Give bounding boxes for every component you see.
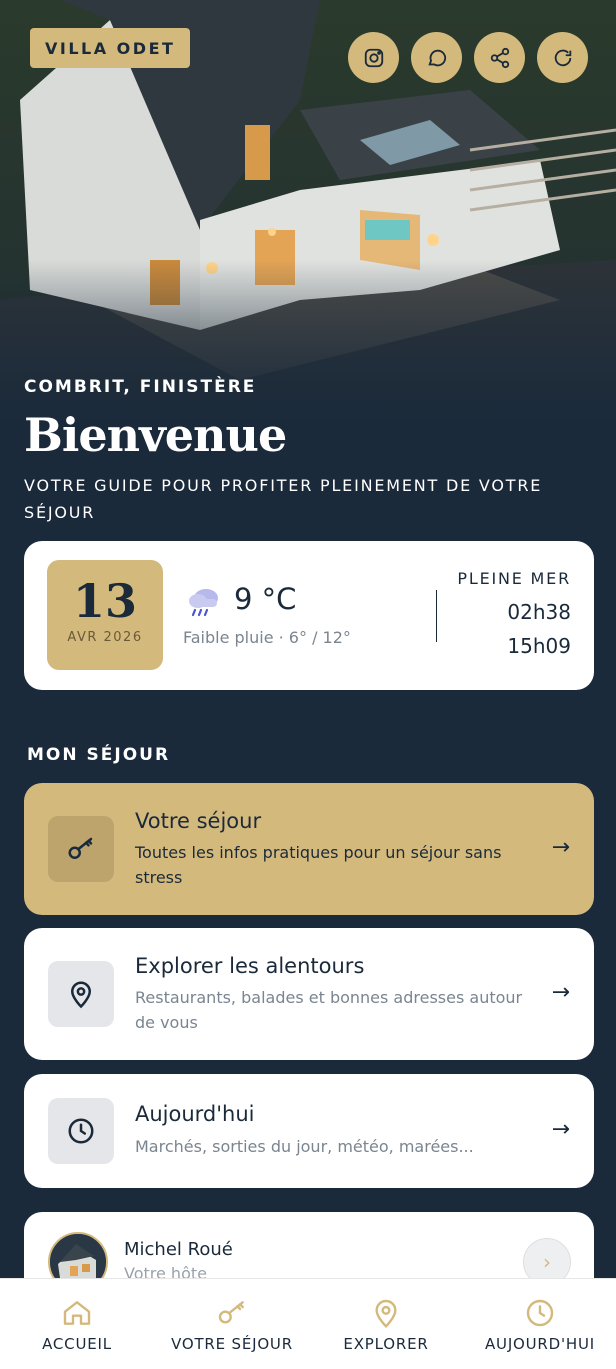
card-icon-box bbox=[48, 1098, 114, 1164]
share-button[interactable] bbox=[474, 32, 525, 83]
arrow-right-icon: → bbox=[551, 980, 570, 1005]
host-name: Michel Roué bbox=[124, 1239, 233, 1260]
map-pin-icon bbox=[70, 981, 92, 1009]
card-title: Aujourd'hui bbox=[135, 1102, 255, 1126]
tide-time-afternoon: 15h09 bbox=[507, 634, 571, 658]
chat-icon bbox=[427, 49, 446, 66]
share-icon bbox=[490, 47, 509, 68]
key-icon bbox=[68, 837, 93, 859]
refresh-icon bbox=[554, 49, 571, 66]
section-title: MON SÉJOUR bbox=[27, 745, 171, 765]
top-action-bar bbox=[348, 32, 588, 83]
nav-label: VOTRE SÉJOUR bbox=[171, 1335, 293, 1353]
instagram-button[interactable] bbox=[348, 32, 399, 83]
temperature: 9 °C bbox=[234, 582, 297, 616]
info-card: 13 AVR 2026 9 °C Faible pluie · 6° / 12°… bbox=[24, 541, 594, 690]
page-title: Bienvenue bbox=[24, 408, 287, 462]
weather-description: Faible pluie · 6° / 12° bbox=[183, 628, 351, 647]
date-month-year: AVR 2026 bbox=[67, 630, 143, 645]
card-description: Restaurants, balades et bonnes adresses … bbox=[135, 988, 523, 1032]
nav-item-explorer[interactable]: EXPLORER bbox=[336, 1279, 436, 1369]
home-icon bbox=[63, 1301, 91, 1325]
nav-label: EXPLORER bbox=[343, 1335, 429, 1353]
chevron-right-icon: › bbox=[543, 1250, 551, 1274]
arrow-right-icon: → bbox=[551, 835, 570, 860]
card-votre-sejour[interactable]: Votre séjour Toutes les infos pratiques … bbox=[24, 783, 594, 915]
nav-label: AUJOURD'HUI bbox=[484, 1335, 596, 1353]
date-box: 13 AVR 2026 bbox=[47, 560, 163, 670]
clock-icon bbox=[68, 1118, 94, 1144]
location-label: COMBRIT, FINISTÈRE bbox=[24, 377, 257, 397]
chat-button[interactable] bbox=[411, 32, 462, 83]
card-title: Votre séjour bbox=[135, 809, 262, 833]
info-divider bbox=[436, 590, 437, 642]
key-icon bbox=[218, 1301, 244, 1324]
card-icon-box bbox=[48, 816, 114, 882]
card-aujourdhui[interactable]: Aujourd'hui Marchés, sorties du jour, mé… bbox=[24, 1074, 594, 1188]
date-day: 13 bbox=[72, 574, 137, 628]
bottom-nav: ACCUEIL VOTRE SÉJOUR EXPLORER AUJOURD'HU… bbox=[0, 1278, 616, 1369]
brand-badge[interactable]: VILLA ODET bbox=[30, 28, 191, 68]
card-description: Marchés, sorties du jour, météo, marées.… bbox=[135, 1137, 474, 1156]
tide-time-morning: 02h38 bbox=[507, 600, 571, 624]
page-subtitle: VOTRE GUIDE POUR PROFITER PLEINEMENT DE … bbox=[24, 476, 543, 522]
arrow-right-icon: → bbox=[551, 1117, 570, 1142]
card-icon-box bbox=[48, 961, 114, 1027]
card-title: Explorer les alentours bbox=[135, 954, 365, 978]
nav-item-accueil[interactable]: ACCUEIL bbox=[28, 1279, 126, 1369]
rain-cloud-icon bbox=[189, 589, 218, 617]
nav-item-aujourdhui[interactable]: AUJOURD'HUI bbox=[478, 1279, 602, 1369]
map-pin-icon bbox=[375, 1299, 397, 1329]
nav-item-votre-sejour[interactable]: VOTRE SÉJOUR bbox=[162, 1279, 302, 1369]
clock-icon bbox=[526, 1299, 554, 1327]
refresh-button[interactable] bbox=[537, 32, 588, 83]
hero-section: VILLA ODET COMBRIT, FINISTÈRE Bienvenue … bbox=[0, 0, 616, 560]
card-explorer-alentours[interactable]: Explorer les alentours Restaurants, bala… bbox=[24, 928, 594, 1060]
card-description: Toutes les infos pratiques pour un séjou… bbox=[135, 843, 502, 887]
nav-label: ACCUEIL bbox=[42, 1335, 112, 1353]
instagram-icon bbox=[364, 48, 383, 67]
tide-label: PLEINE MER bbox=[457, 569, 571, 588]
